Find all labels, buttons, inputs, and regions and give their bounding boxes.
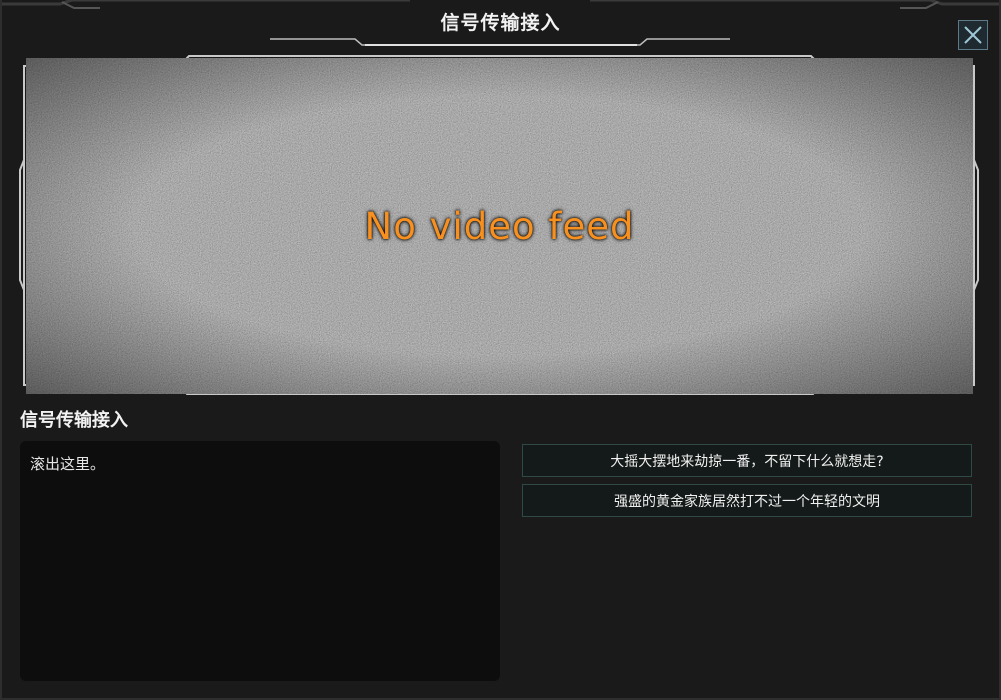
response-options: 大摇大摆地来劫掠一番，不留下什么就想走? 强盛的黄金家族居然打不过一个年轻的文明	[522, 444, 972, 524]
no-video-feed-label: No video feed	[364, 204, 635, 248]
close-icon	[964, 26, 982, 44]
window-title: 信号传输接入	[440, 12, 561, 34]
close-button[interactable]	[958, 20, 988, 50]
response-option-2[interactable]: 强盛的黄金家族居然打不过一个年轻的文明	[522, 484, 972, 517]
message-text: 滚出这里。	[30, 455, 106, 473]
transmission-dialog: 信号传输接入 No video feed 信号传输接入 滚出这里。 大摇大摆地来…	[0, 0, 1001, 700]
message-panel: 滚出这里。	[20, 441, 500, 681]
transmission-heading: 信号传输接入	[20, 410, 128, 431]
response-option-1[interactable]: 大摇大摆地来劫掠一番，不留下什么就想走?	[522, 444, 972, 477]
video-feed-panel: No video feed	[26, 58, 973, 394]
